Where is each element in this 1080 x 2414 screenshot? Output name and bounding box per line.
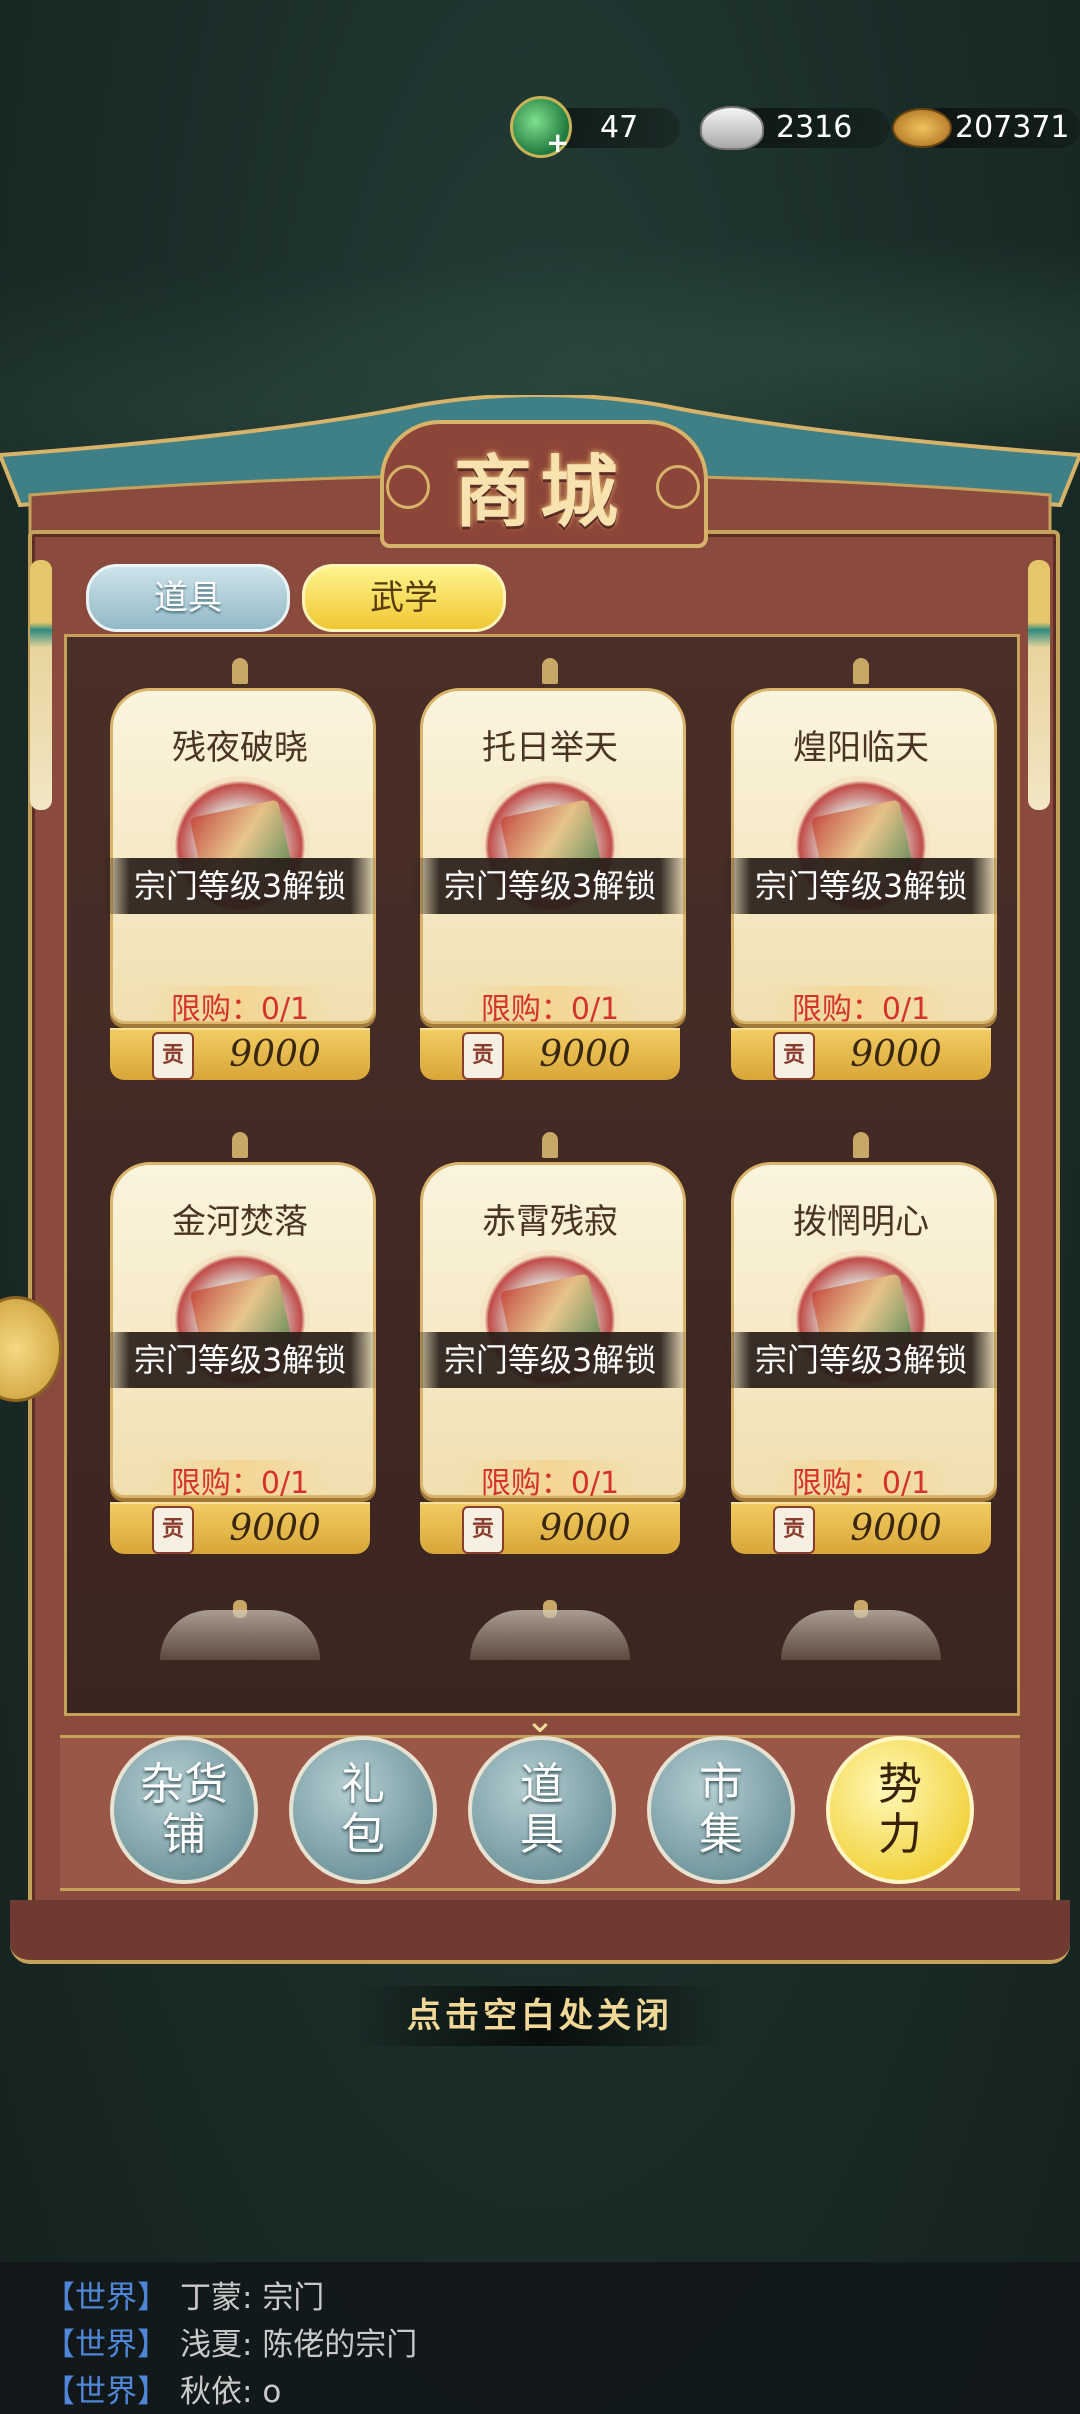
tab-martial-arts[interactable]: 武学 xyxy=(302,564,506,632)
nav-faction[interactable]: 势力 xyxy=(826,1736,974,1884)
shop-title: 商城 xyxy=(453,447,626,538)
purchase-limit: 限购：0/1 xyxy=(170,1466,310,1501)
purchase-limit: 限购：0/1 xyxy=(480,1466,620,1501)
shop-item-card[interactable]: 赤霄残寂 宗门等级3解锁 限购：0/1 贡 9000 xyxy=(412,1132,688,1554)
tab-items[interactable]: 道具 xyxy=(86,564,290,632)
left-tassel xyxy=(30,560,52,810)
hanger-icon xyxy=(542,1132,558,1158)
shop-item-card[interactable]: 拨惘明心 宗门等级3解锁 限购：0/1 贡 9000 xyxy=(723,1132,999,1554)
hanger-icon xyxy=(853,1132,869,1158)
contribution-icon: 贡 xyxy=(462,1032,504,1080)
hanger-icon xyxy=(542,658,558,684)
unlock-requirement: 宗门等级3解锁 xyxy=(412,1332,688,1388)
shop-item-card-partial[interactable] xyxy=(781,1610,941,1660)
contribution-icon: 贡 xyxy=(152,1032,194,1080)
shop-item-card[interactable]: 金河焚落 宗门等级3解锁 限购：0/1 贡 9000 xyxy=(102,1132,378,1554)
world-chat-panel[interactable]: 【世界】 丁蒙: 宗门 【世界】 浅夏: 陈佬的宗门 【世界】 秋依: o xyxy=(0,2262,1080,2414)
shop-item-card-partial[interactable] xyxy=(470,1610,630,1660)
item-price: 9000 xyxy=(539,1034,631,1075)
nav-label-top: 礼 xyxy=(341,1759,385,1810)
item-name: 金河焚落 xyxy=(172,1202,308,1242)
jade-value: 47 xyxy=(600,110,639,145)
nav-label-bottom: 集 xyxy=(699,1809,743,1860)
purchase-limit: 限购：0/1 xyxy=(170,992,310,1027)
item-price: 9000 xyxy=(850,1034,942,1075)
chat-separator: : xyxy=(242,2327,263,2363)
add-jade-icon[interactable]: + xyxy=(546,126,569,159)
nav-label-bottom: 具 xyxy=(520,1809,564,1860)
item-price: 9000 xyxy=(229,1034,321,1075)
nav-market[interactable]: 市集 xyxy=(647,1736,795,1884)
unlock-requirement: 宗门等级3解锁 xyxy=(102,1332,378,1388)
chat-channel: 【世界】 xyxy=(44,2327,168,2363)
contribution-icon: 贡 xyxy=(152,1506,194,1554)
purchase-limit: 限购：0/1 xyxy=(480,992,620,1027)
chat-separator: : xyxy=(242,2374,263,2410)
item-name: 残夜破晓 xyxy=(172,728,308,768)
item-price: 9000 xyxy=(850,1508,942,1549)
chat-message: o xyxy=(262,2374,282,2410)
right-tassel xyxy=(1028,560,1050,810)
nav-label-top: 市 xyxy=(699,1759,743,1810)
item-name: 赤霄残寂 xyxy=(482,1202,618,1242)
chat-message: 陈佬的宗门 xyxy=(262,2327,418,2363)
chevron-down-icon: ⌄ xyxy=(524,1700,556,1741)
contribution-icon: 贡 xyxy=(773,1506,815,1554)
nav-gift-packs[interactable]: 礼包 xyxy=(289,1736,437,1884)
chat-user[interactable]: 秋依 xyxy=(180,2374,242,2410)
contribution-icon: 贡 xyxy=(773,1032,815,1080)
chat-line: 【世界】 丁蒙: 宗门 xyxy=(44,2272,324,2317)
hanger-icon xyxy=(853,658,869,684)
nav-label-bottom: 铺 xyxy=(162,1809,206,1860)
unlock-requirement: 宗门等级3解锁 xyxy=(723,1332,999,1388)
close-hint[interactable]: 点击空白处关闭 xyxy=(350,1986,730,2046)
chat-user[interactable]: 丁蒙 xyxy=(180,2280,242,2316)
shop-item-card[interactable]: 煌阳临天 宗门等级3解锁 限购：0/1 贡 9000 xyxy=(723,658,999,1080)
chat-line: 【世界】 秋依: o xyxy=(44,2366,281,2411)
item-price: 9000 xyxy=(539,1508,631,1549)
shop-item-card-partial[interactable] xyxy=(160,1610,320,1660)
item-name: 托日举天 xyxy=(482,728,618,768)
shop-item-card[interactable]: 托日举天 宗门等级3解锁 限购：0/1 贡 9000 xyxy=(412,658,688,1080)
chat-channel: 【世界】 xyxy=(44,2280,168,2316)
item-price: 9000 xyxy=(229,1508,321,1549)
nav-label-top: 杂货 xyxy=(140,1759,228,1810)
contribution-icon: 贡 xyxy=(462,1506,504,1554)
nav-general-store[interactable]: 杂货铺 xyxy=(110,1736,258,1884)
chat-separator: : xyxy=(242,2280,263,2316)
hanger-icon xyxy=(232,1132,248,1158)
item-name: 煌阳临天 xyxy=(793,728,929,768)
nav-label-top: 势 xyxy=(878,1759,922,1810)
chat-line: 【世界】 浅夏: 陈佬的宗门 xyxy=(44,2319,417,2364)
nav-label-top: 道 xyxy=(520,1759,564,1810)
hanger-icon xyxy=(232,658,248,684)
unlock-requirement: 宗门等级3解锁 xyxy=(723,858,999,914)
purchase-limit: 限购：0/1 xyxy=(791,992,931,1027)
unlock-requirement: 宗门等级3解锁 xyxy=(412,858,688,914)
chat-user[interactable]: 浅夏 xyxy=(180,2327,242,2363)
unlock-requirement: 宗门等级3解锁 xyxy=(102,858,378,914)
purchase-limit: 限购：0/1 xyxy=(791,1466,931,1501)
silver-value: 2316 xyxy=(776,110,853,145)
shop-item-card[interactable]: 残夜破晓 宗门等级3解锁 限购：0/1 贡 9000 xyxy=(102,658,378,1080)
shop-base xyxy=(10,1900,1070,1964)
item-name: 拨惘明心 xyxy=(793,1202,929,1242)
nav-label-bottom: 力 xyxy=(878,1809,922,1860)
chat-message: 宗门 xyxy=(262,2280,325,2316)
silver-ingot-icon xyxy=(700,106,764,150)
chat-channel: 【世界】 xyxy=(44,2374,168,2410)
nav-props[interactable]: 道具 xyxy=(468,1736,616,1884)
coins-value: 207371 xyxy=(955,110,1070,145)
nav-label-bottom: 包 xyxy=(341,1809,385,1860)
copper-coins-icon xyxy=(892,108,952,148)
